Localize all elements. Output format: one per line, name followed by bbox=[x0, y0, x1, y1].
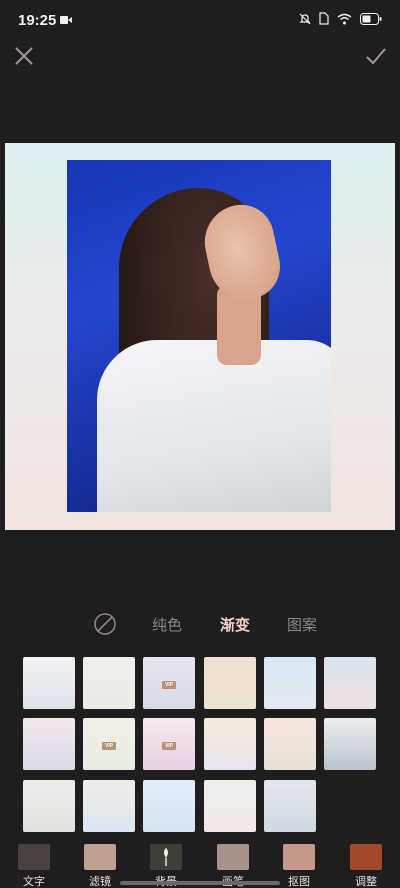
tool-filter[interactable]: 滤镜 bbox=[83, 844, 117, 888]
gradient-swatch[interactable] bbox=[83, 780, 135, 832]
gradient-swatch[interactable]: VIP bbox=[143, 657, 195, 709]
mute-icon bbox=[299, 13, 311, 24]
cutout-icon bbox=[283, 844, 315, 870]
gradient-swatch[interactable]: VIP bbox=[83, 718, 135, 770]
gradient-swatch[interactable]: VIP bbox=[143, 718, 195, 770]
close-icon[interactable] bbox=[12, 44, 36, 68]
tool-label: 滤镜 bbox=[89, 876, 111, 888]
gradient-swatch[interactable] bbox=[264, 657, 316, 709]
tab-pattern[interactable]: 图案 bbox=[287, 614, 317, 635]
tool-label: 抠图 bbox=[288, 876, 310, 888]
status-bar: 19:25 bbox=[0, 0, 400, 40]
tab-gradient[interactable]: 渐变 bbox=[220, 614, 250, 635]
tool-label: 文字 bbox=[23, 876, 45, 888]
gradient-swatch[interactable] bbox=[23, 780, 75, 832]
gradient-swatch[interactable] bbox=[143, 780, 195, 832]
gradient-swatch[interactable] bbox=[204, 780, 256, 832]
vip-badge: VIP bbox=[102, 742, 116, 750]
check-icon[interactable] bbox=[364, 44, 388, 68]
background-type-tabs: 纯色 渐变 图案 bbox=[0, 608, 400, 640]
tool-label: 调整 bbox=[355, 876, 377, 888]
tool-text[interactable]: 文字 bbox=[17, 844, 51, 888]
photo bbox=[67, 160, 331, 512]
wifi-icon bbox=[337, 13, 352, 24]
adjust-icon bbox=[350, 844, 382, 870]
gradient-swatch[interactable] bbox=[23, 718, 75, 770]
brush-icon bbox=[217, 844, 249, 870]
text-icon bbox=[18, 844, 50, 870]
home-indicator bbox=[120, 881, 280, 885]
gradient-swatch[interactable] bbox=[83, 657, 135, 709]
gradient-swatch[interactable] bbox=[23, 657, 75, 709]
battery-icon bbox=[360, 12, 382, 25]
vip-badge: VIP bbox=[162, 742, 176, 750]
canvas-background bbox=[5, 143, 395, 530]
gradient-swatch[interactable] bbox=[204, 718, 256, 770]
gradient-swatch[interactable] bbox=[324, 718, 376, 770]
camera-icon bbox=[60, 16, 72, 24]
background-icon bbox=[150, 844, 182, 870]
tool-adjust[interactable]: 调整 bbox=[349, 844, 383, 888]
vip-badge: VIP bbox=[162, 681, 176, 689]
status-time: 19:25 bbox=[18, 12, 57, 29]
tab-solid[interactable]: 纯色 bbox=[152, 614, 182, 635]
filter-icon bbox=[84, 844, 116, 870]
gradient-swatch[interactable] bbox=[264, 718, 316, 770]
gradient-swatch[interactable] bbox=[264, 780, 316, 832]
gradient-swatch[interactable] bbox=[324, 657, 376, 709]
tool-cutout[interactable]: 抠图 bbox=[282, 844, 316, 888]
gradient-swatch[interactable] bbox=[204, 657, 256, 709]
sim-icon bbox=[319, 12, 329, 25]
no-background-icon[interactable] bbox=[93, 612, 117, 636]
